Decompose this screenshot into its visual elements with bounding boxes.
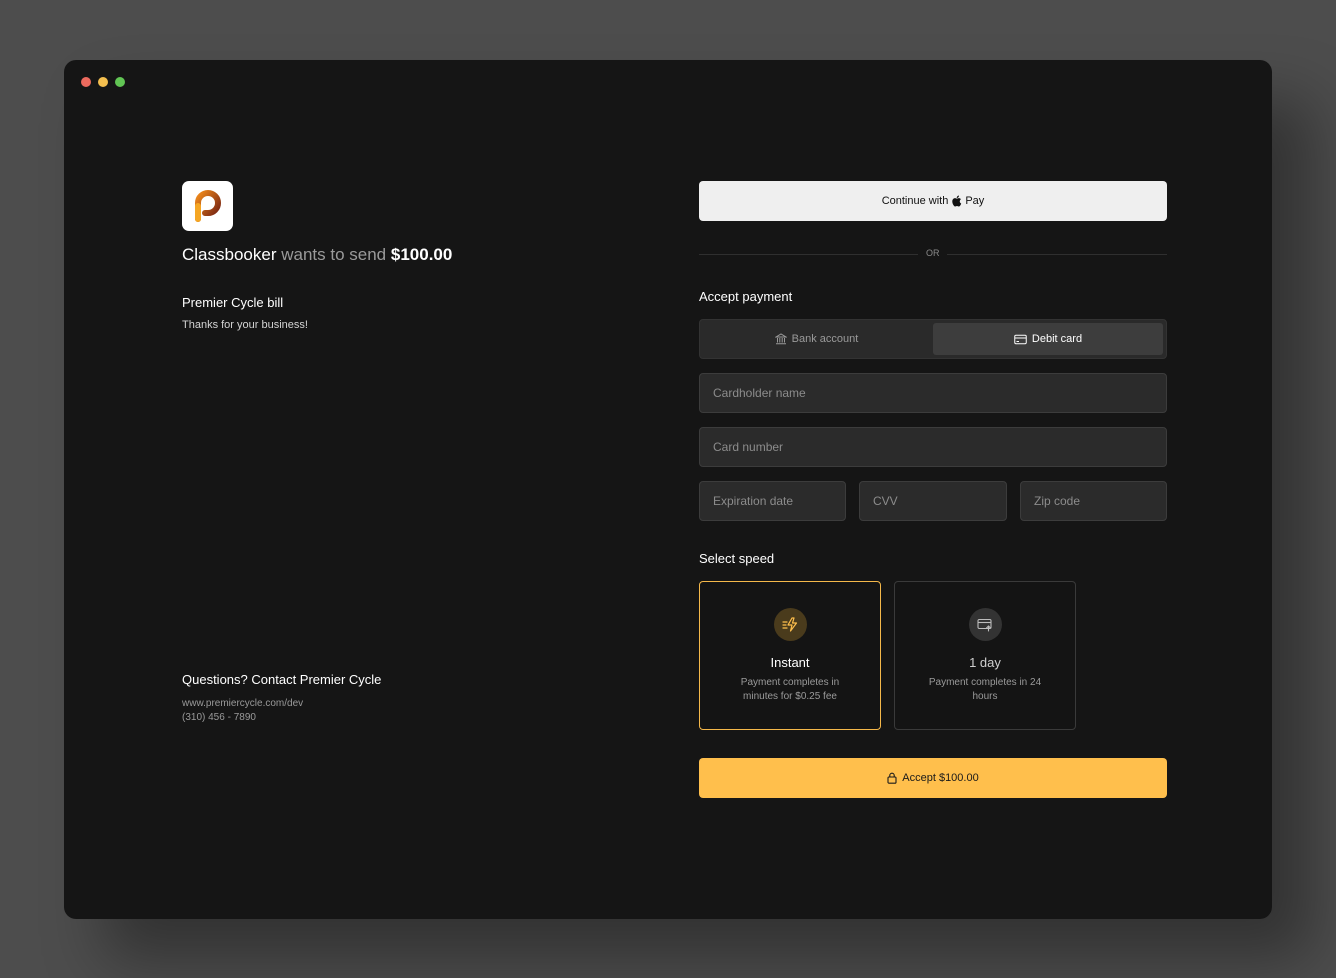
or-text: OR [926,248,940,258]
apple-icon [952,195,962,207]
cardholder-name-input[interactable] [699,373,1167,413]
wants-text: wants to send [281,245,387,264]
merchant-logo [182,181,233,231]
merchant-logo-icon [194,190,221,222]
payment-headline: Classbooker wants to send $100.00 [182,245,452,265]
lightning-icon [781,617,797,632]
contact-phone[interactable]: (310) 456 - 7890 [182,712,256,723]
tab-bank-account-label: Bank account [791,333,859,345]
speed-1-day-desc: Payment completes in 24 hours [928,677,1042,702]
or-divider: OR [699,248,1167,260]
speed-1-day-title: 1 day [969,655,1001,670]
tab-bank-account[interactable]: Bank account [703,323,930,355]
card-number-input[interactable] [699,427,1167,467]
window-controls [81,77,125,87]
divider-line-right [947,254,1167,255]
apple-pay-prefix: Continue with [881,195,949,207]
close-window-button[interactable] [81,77,91,87]
bill-title: Premier Cycle bill [182,295,284,310]
bank-icon [774,333,787,345]
merchant-name: Classbooker [182,245,277,264]
apple-pay-button[interactable]: Continue with Pay [699,181,1167,221]
tab-debit-card-label: Debit card [1031,333,1083,345]
zip-code-input[interactable] [1020,481,1167,521]
payment-method-tabs: Bank account Debit card [699,319,1167,359]
speed-instant-desc: Payment completes in minutes for $0.25 f… [740,677,840,702]
cvv-input[interactable] [859,481,1007,521]
card-icon [1014,334,1027,344]
payment-amount: $100.00 [390,245,453,264]
speed-instant-title: Instant [770,655,810,670]
maximize-window-button[interactable] [115,77,125,87]
speed-option-instant[interactable]: Instant Payment completes in minutes for… [699,581,881,730]
minimize-window-button[interactable] [98,77,108,87]
accept-payment-title: Accept payment [699,289,793,304]
card-transfer-icon [977,618,992,632]
lock-icon [887,772,897,784]
select-speed-title: Select speed [699,551,775,566]
accept-button-label: Accept $100.00 [902,772,979,784]
contact-title: Questions? Contact Premier Cycle [182,672,382,687]
instant-icon-circle [773,608,807,641]
app-window: Classbooker wants to send $100.00 Premie… [64,60,1272,919]
speed-option-1-day[interactable]: 1 day Payment completes in 24 hours [894,581,1076,730]
contact-website[interactable]: www.premiercycle.com/dev [182,698,303,709]
apple-pay-suffix: Pay [965,195,985,207]
accept-payment-button[interactable]: Accept $100.00 [699,758,1167,798]
expiration-date-input[interactable] [699,481,846,521]
tab-debit-card[interactable]: Debit card [933,323,1163,355]
bill-note: Thanks for your business! [182,319,308,331]
divider-line-left [699,254,918,255]
one-day-icon-circle [968,608,1002,641]
